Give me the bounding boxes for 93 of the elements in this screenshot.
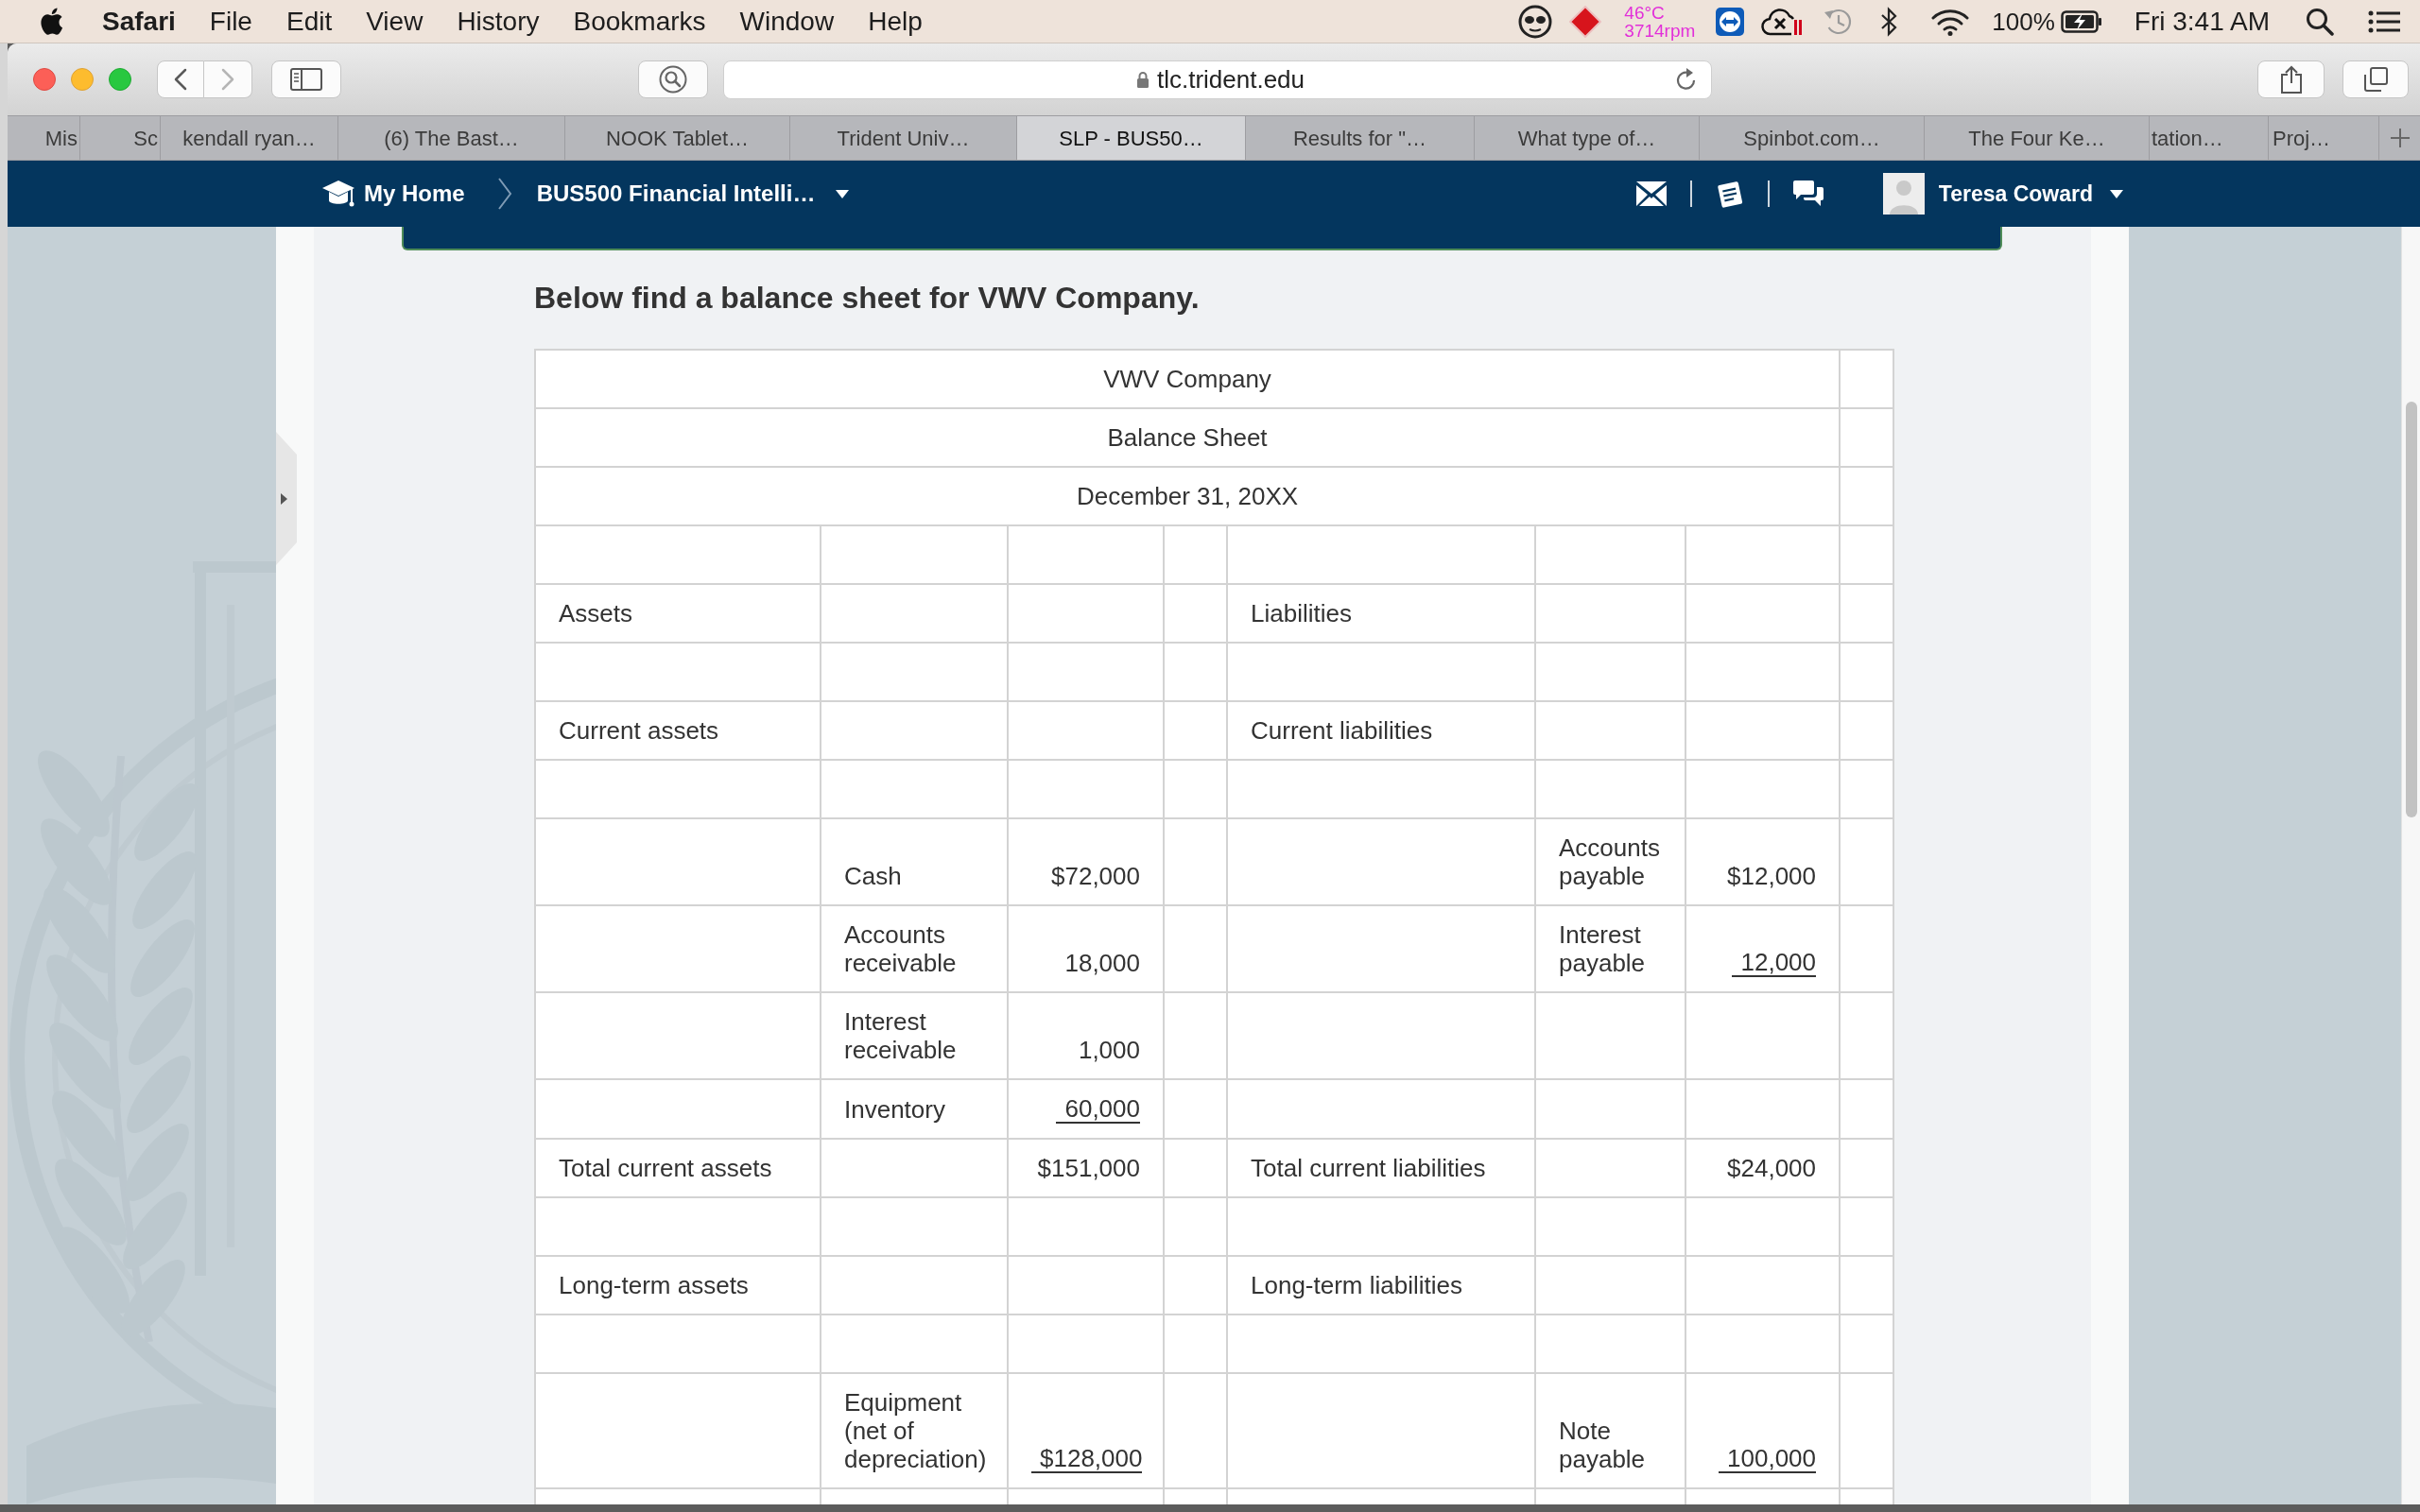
chevron-left-icon	[174, 68, 187, 91]
overlapping-squares-icon	[2363, 67, 2388, 92]
apple-logo-icon[interactable]	[39, 7, 63, 36]
account-label: Accounts payable	[1559, 833, 1660, 890]
caret-right-icon	[281, 492, 287, 505]
instructions-heading: Below find a balance sheet for VWV Company.	[534, 280, 1200, 317]
browser-tab[interactable]: SLP - BUS50…	[1017, 116, 1246, 160]
plus-icon	[2389, 128, 2411, 148]
account-label: Equipment (net of depreciation)	[844, 1388, 987, 1473]
caret-down-icon[interactable]	[836, 189, 850, 198]
amount-value: 1,000	[1078, 1038, 1140, 1063]
menu-item[interactable]: Help	[868, 8, 923, 35]
menu-item[interactable]: Edit	[285, 8, 333, 35]
clock[interactable]: Fri 3:41 AM	[2134, 8, 2270, 35]
scrollbar-thumb[interactable]	[2405, 402, 2417, 817]
close-window-icon[interactable]	[33, 68, 56, 91]
browser-tab[interactable]: NOOK Tablet…	[565, 116, 790, 160]
browser-tab[interactable]: Results for "…	[1246, 116, 1475, 160]
amount-value: $151,000	[1037, 1156, 1140, 1181]
back-button[interactable]	[157, 60, 204, 98]
section-heading: Current assets	[559, 716, 719, 745]
account-label: Cash	[844, 862, 902, 890]
cloud-icon[interactable]	[1761, 6, 1804, 37]
browser-tab[interactable]: Proj…	[2269, 116, 2379, 160]
section-heading: Long-term assets	[559, 1271, 749, 1299]
tab-overview-button[interactable]	[2342, 60, 2409, 98]
chevron-right-icon	[221, 68, 234, 91]
envelope-icon[interactable]	[1634, 180, 1668, 207]
lock-icon	[1135, 71, 1150, 88]
breadcrumb-link[interactable]: My Home	[364, 177, 465, 211]
amount-value: 60,000	[1056, 1096, 1140, 1124]
fan-speed-reading: 3714rpm	[1624, 21, 1696, 40]
diamond-icon[interactable]	[1569, 5, 1602, 38]
app-menu[interactable]: Safari	[102, 8, 176, 35]
section-heading: Liabilities	[1251, 599, 1352, 627]
menu-item[interactable]: History	[457, 8, 540, 35]
section-heading: Assets	[559, 599, 633, 627]
amount-value: $12,000	[1727, 864, 1816, 889]
chat-bubbles-icon[interactable]	[1791, 180, 1824, 208]
battery-icon[interactable]	[2060, 9, 2102, 33]
menu-item[interactable]: Window	[739, 8, 835, 35]
browser-tab[interactable]: Spinbot.com…	[1700, 116, 1925, 160]
browser-tab[interactable]: The Four Ke…	[1925, 116, 2150, 160]
statement-date: December 31, 20XX	[1076, 482, 1299, 510]
magnifier-icon	[659, 65, 687, 94]
total-label: Total current liabilities	[1251, 1154, 1486, 1182]
statement-title: Balance Sheet	[1107, 423, 1268, 452]
new-tab-button[interactable]	[2379, 116, 2420, 160]
battery-percentage[interactable]: 100%	[1992, 9, 2055, 34]
amount-value: $128,000	[1031, 1446, 1143, 1473]
caret-down-icon[interactable]	[2110, 189, 2123, 198]
amount-value: $24,000	[1727, 1156, 1816, 1181]
company-name: VWV Company	[1103, 365, 1271, 393]
amount-value: 100,000	[1719, 1446, 1816, 1473]
sidebar-icon	[290, 68, 322, 91]
list-icon[interactable]	[2368, 9, 2400, 34]
browser-tab[interactable]: tation…	[2150, 116, 2269, 160]
reload-icon[interactable]	[1675, 67, 1698, 92]
browser-tab[interactable]: Trident Univ…	[790, 116, 1017, 160]
sidebar-button[interactable]	[271, 60, 341, 98]
chevron-right-icon	[496, 177, 512, 211]
amount-value: $72,000	[1051, 864, 1140, 889]
wifi-icon[interactable]	[1931, 7, 1970, 36]
account-label: Inventory	[844, 1095, 945, 1124]
browser-tab[interactable]: What type of…	[1475, 116, 1700, 160]
section-heading: Current liabilities	[1251, 716, 1433, 745]
share-button[interactable]	[2257, 60, 2325, 98]
section-heading: Long-term liabilities	[1251, 1271, 1462, 1299]
url-text: tlc.trident.edu	[1156, 67, 1305, 92]
browser-tab[interactable]: (6) The Bast…	[338, 116, 565, 160]
amount-value: 12,000	[1732, 950, 1816, 977]
menu-item[interactable]: Bookmarks	[573, 8, 706, 35]
amount-value: 18,000	[1064, 951, 1140, 976]
browser-tab[interactable]: Mis	[8, 116, 80, 160]
menu-item[interactable]: View	[366, 8, 424, 35]
breadcrumb-link[interactable]: BUS500 Financial Intelli…	[536, 177, 816, 211]
temperature-reading: 46°C	[1624, 3, 1666, 22]
account-label: Note payable	[1559, 1417, 1646, 1473]
share-icon	[2279, 65, 2303, 94]
total-label: Total current assets	[559, 1154, 772, 1182]
account-label: Accounts receivable	[844, 920, 957, 977]
account-label: Interest payable	[1559, 920, 1646, 977]
menu-item[interactable]: File	[209, 8, 252, 35]
face-icon[interactable]	[1518, 4, 1553, 39]
address-field[interactable]: tlc.trident.edu	[723, 60, 1712, 99]
avatar-icon[interactable]	[1882, 173, 1925, 215]
user-menu-link[interactable]: Teresa Coward	[1938, 177, 2093, 211]
browser-tab[interactable]: Sc	[80, 116, 161, 160]
search-icon[interactable]	[2306, 7, 2334, 36]
privacy-button[interactable]	[638, 60, 708, 98]
account-label: Interest receivable	[844, 1007, 957, 1064]
browser-tab[interactable]: kendall ryan…	[161, 116, 338, 160]
bluetooth-icon[interactable]	[1880, 6, 1898, 37]
